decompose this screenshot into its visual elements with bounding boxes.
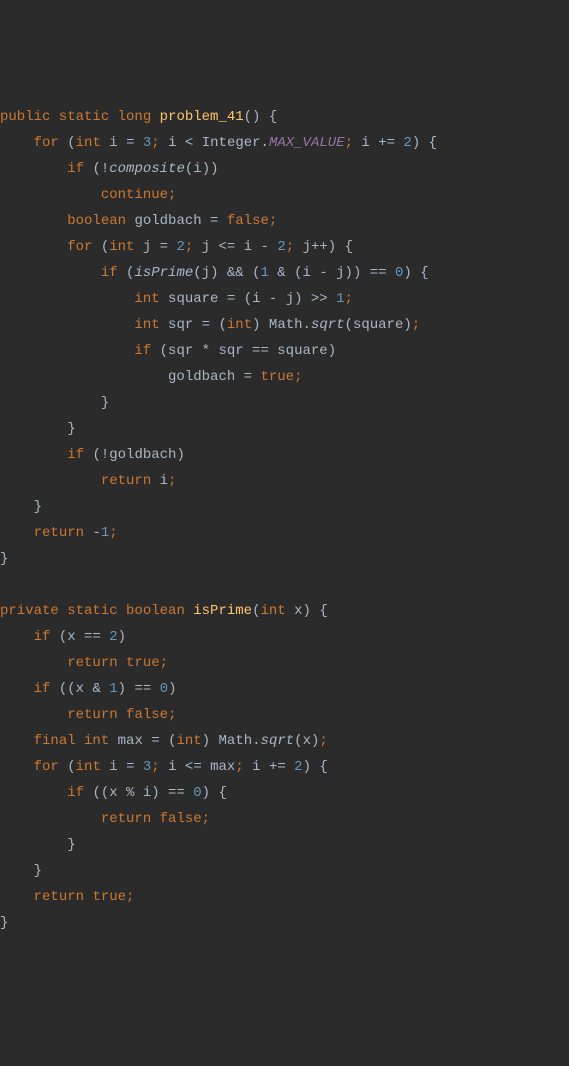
method-call: sqrt <box>261 733 295 749</box>
keyword-for: for <box>34 759 59 775</box>
expr: i <= max <box>168 759 235 775</box>
iter: i += <box>361 135 403 151</box>
expr: (x % i) == <box>101 785 193 801</box>
keyword-if: if <box>134 343 151 359</box>
type: int <box>134 317 159 333</box>
expr: sqr * sqr == square <box>168 343 328 359</box>
expr: x == <box>67 629 109 645</box>
keyword-if: if <box>67 785 84 801</box>
var: goldbach <box>168 369 235 385</box>
iter: i += <box>252 759 294 775</box>
type: boolean <box>126 603 185 619</box>
type: int <box>76 135 101 151</box>
type: boolean <box>67 213 126 229</box>
type: int <box>76 759 101 775</box>
keyword: return <box>67 707 117 723</box>
keyword: final <box>34 733 76 749</box>
var: goldbach <box>134 213 201 229</box>
number: 0 <box>160 681 168 697</box>
cast: int <box>177 733 202 749</box>
number: 1 <box>261 265 269 281</box>
param: x <box>294 603 302 619</box>
keyword: public static <box>0 109 109 125</box>
type: int <box>109 239 134 255</box>
number: 1 <box>336 291 344 307</box>
op: - <box>92 525 100 541</box>
var: i <box>160 473 168 489</box>
number: 2 <box>403 135 411 151</box>
method-call: isPrime <box>134 265 193 281</box>
var: square <box>168 291 218 307</box>
keyword-if: if <box>67 447 84 463</box>
method-name: problem_41 <box>160 109 244 125</box>
code-editor[interactable]: public static long problem_41() { for (i… <box>0 104 569 936</box>
arg: square <box>353 317 403 333</box>
class-ref: Math <box>219 733 253 749</box>
literal: false <box>160 811 202 827</box>
keyword-for: for <box>67 239 92 255</box>
expr: !goldbach <box>101 447 177 463</box>
number: 0 <box>193 785 201 801</box>
cast: int <box>227 317 252 333</box>
keyword: return <box>101 473 151 489</box>
keyword: return <box>34 525 84 541</box>
literal: false <box>126 707 168 723</box>
expr: j <= i - <box>202 239 278 255</box>
var: max <box>118 733 143 749</box>
literal: true <box>126 655 160 671</box>
keyword: return <box>101 811 151 827</box>
literal: true <box>260 369 294 385</box>
keyword-if: if <box>34 681 51 697</box>
type: int <box>134 291 159 307</box>
var: i <box>109 135 117 151</box>
method-name: isPrime <box>193 603 252 619</box>
number: 2 <box>277 239 285 255</box>
type: long <box>118 109 152 125</box>
arg: j <box>202 265 210 281</box>
expr: x & <box>76 681 110 697</box>
literal: false <box>227 213 269 229</box>
var: sqr <box>168 317 193 333</box>
keyword-if: if <box>101 265 118 281</box>
const-field: MAX_VALUE <box>269 135 345 151</box>
type: int <box>260 603 285 619</box>
method-call: sqrt <box>311 317 345 333</box>
var: i <box>168 135 176 151</box>
arg: i <box>193 161 201 177</box>
type: int <box>84 733 109 749</box>
number: 2 <box>109 629 117 645</box>
expr: i - j <box>303 265 345 281</box>
var: i <box>109 759 117 775</box>
method-call: composite <box>109 161 185 177</box>
keyword-if: if <box>34 629 51 645</box>
expr: (i - j) >> <box>244 291 336 307</box>
literal: true <box>92 889 126 905</box>
arg: x <box>303 733 311 749</box>
number: 2 <box>294 759 302 775</box>
keyword-for: for <box>34 135 59 151</box>
keyword: return <box>67 655 117 671</box>
keyword: private static <box>0 603 118 619</box>
keyword: continue <box>101 187 168 203</box>
number: 1 <box>101 525 109 541</box>
var: j <box>143 239 151 255</box>
class-ref: Math <box>269 317 303 333</box>
number: 1 <box>109 681 117 697</box>
iter: j++ <box>303 239 328 255</box>
class-ref: Integer <box>202 135 261 151</box>
keyword: return <box>34 889 84 905</box>
keyword-if: if <box>67 161 84 177</box>
number: 2 <box>177 239 185 255</box>
